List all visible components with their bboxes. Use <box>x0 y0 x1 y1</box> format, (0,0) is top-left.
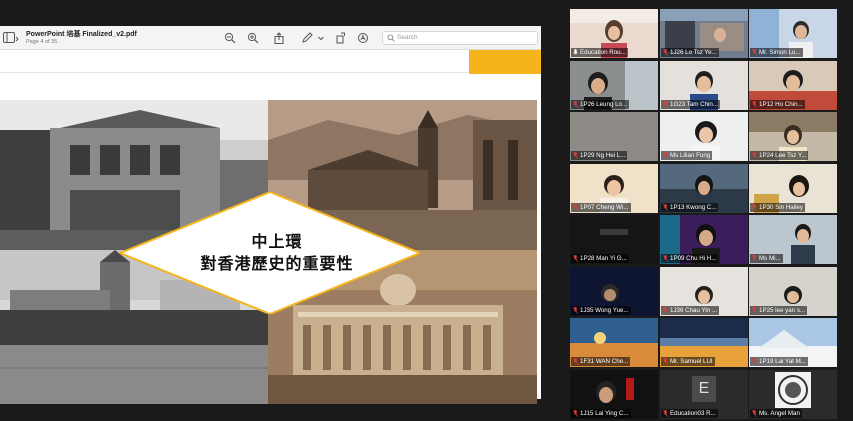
participant-tile[interactable]: 1P09 Chu Hi H... <box>660 215 748 264</box>
participant-tile[interactable]: Ms. Angel Man <box>749 370 837 419</box>
chevron-down-icon[interactable] <box>317 32 325 44</box>
muted-mic-icon <box>752 358 757 365</box>
participant-tile[interactable]: 1P30 Sin Hailey <box>749 164 837 213</box>
participant-name: 1P30 Sin Hailey <box>759 204 804 211</box>
muted-mic-icon <box>663 49 668 56</box>
muted-mic-icon <box>663 307 668 314</box>
markup-pen-icon[interactable] <box>301 32 313 44</box>
participant-tile[interactable]: 1G23 Tam Chin... <box>660 61 748 110</box>
muted-mic-icon <box>663 101 668 108</box>
participant-tile[interactable]: 1P29 Ng Hei L... <box>570 112 658 161</box>
slide: 中上環 對香港歷史的重要性 <box>0 100 537 404</box>
participant-name: Ms Lilian Fung <box>670 152 711 159</box>
zoom-window: PowerPoint 培基 Finalized_v2.pdf Page 4 of… <box>0 0 853 421</box>
slide-title-line2: 對香港歷史的重要性 <box>200 254 354 273</box>
participant-name: Education03 R... <box>670 410 716 417</box>
search-input[interactable]: Search <box>382 31 538 45</box>
participant-name: 1P24 Lee Tsz Y... <box>759 152 807 159</box>
participant-name: 1J26 Lo Tsz Ye... <box>670 49 717 56</box>
participant-name: Ms. Angel Man <box>759 410 800 417</box>
participant-name: Mr. Simon Lu... <box>759 49 801 56</box>
participant-tile[interactable]: Education Rou... <box>570 9 658 58</box>
slide-title: 中上環 對香港歷史的重要性 <box>172 226 382 280</box>
avatar: E <box>692 376 716 402</box>
mic-icon <box>573 49 578 55</box>
muted-mic-icon <box>573 152 578 159</box>
participant-tile[interactable]: 1P19 Lai Yat M... <box>749 318 837 367</box>
participant-tile[interactable]: Ms Lilian Fung <box>660 112 748 161</box>
document-title: PowerPoint 培基 Finalized_v2.pdf <box>26 31 137 38</box>
muted-mic-icon <box>663 152 668 159</box>
muted-mic-icon <box>752 410 757 417</box>
search-placeholder: Search <box>397 34 418 41</box>
participant-name: Mr. Samuel LUI <box>670 358 713 365</box>
participant-tile[interactable]: 1J35 Wong Yue... <box>570 267 658 316</box>
participant-name: 1P12 Ho Chin... <box>759 101 803 108</box>
annotate-icon[interactable] <box>357 32 369 44</box>
participant-name: 1P28 Man Yi G... <box>580 255 627 262</box>
muted-mic-icon <box>752 101 757 108</box>
muted-mic-icon <box>573 255 578 262</box>
participant-gallery: Education Rou... 1J26 Lo Tsz Ye... Mr. S… <box>569 6 849 419</box>
participant-tile[interactable]: 1P13 Kwong C... <box>660 164 748 213</box>
participant-name: 1P13 Kwong C... <box>670 204 717 211</box>
muted-mic-icon <box>752 204 757 211</box>
pdf-toolbar: PowerPoint 培基 Finalized_v2.pdf Page 4 of… <box>0 26 541 50</box>
participant-name: 1P26 Leung Lo... <box>580 101 628 108</box>
participant-tile[interactable]: 1P25 lee yan s... <box>749 267 837 316</box>
participant-name: 1P25 lee yan s... <box>759 307 806 314</box>
pdf-page-area[interactable]: 中上環 對香港歷史的重要性 <box>0 50 541 404</box>
muted-mic-icon <box>573 358 578 365</box>
participant-name: 1P07 Cheng Wi... <box>580 204 629 211</box>
participant-tile[interactable]: Mr. Samuel LUI <box>660 318 748 367</box>
participant-name: 1J36 Chau Yin ... <box>670 307 718 314</box>
muted-mic-icon <box>573 410 578 417</box>
zoom-out-icon[interactable] <box>224 32 236 44</box>
muted-mic-icon <box>752 49 757 56</box>
shared-screen: PowerPoint 培基 Finalized_v2.pdf Page 4 of… <box>0 26 541 404</box>
participant-name: 1P29 Ng Hei L... <box>580 152 626 159</box>
muted-mic-icon <box>573 101 578 108</box>
participant-name: 1G23 Tam Chin... <box>670 101 719 108</box>
participant-tile[interactable]: 1F31 WAN Che... <box>570 318 658 367</box>
sidebar-icon[interactable] <box>3 32 19 44</box>
participant-name: Education Rou... <box>580 49 626 56</box>
muted-mic-icon <box>663 358 668 365</box>
participant-tile[interactable]: Ms Mi... <box>749 215 837 264</box>
participant-tile[interactable]: 1J36 Chau Yin ... <box>660 267 748 316</box>
participant-tile[interactable]: 1J15 Lai Ying C... <box>570 370 658 419</box>
participant-tile[interactable]: 1P28 Man Yi G... <box>570 215 658 264</box>
participant-tile[interactable]: 1P07 Cheng Wi... <box>570 164 658 213</box>
muted-mic-icon <box>752 307 757 314</box>
muted-mic-icon <box>663 410 668 417</box>
participant-tile[interactable]: E Education03 R... <box>660 370 748 419</box>
participant-name: 1J35 Wong Yue... <box>580 307 629 314</box>
previous-page-edge <box>0 72 469 73</box>
search-icon <box>387 34 395 42</box>
rotate-icon[interactable] <box>335 32 347 44</box>
participant-tile[interactable]: 1J26 Lo Tsz Ye... <box>660 9 748 58</box>
participant-tile[interactable]: 1P24 Lee Tsz Y... <box>749 112 837 161</box>
muted-mic-icon <box>752 255 757 262</box>
participant-name: Ms Mi... <box>759 255 781 262</box>
slide-accent-bar <box>469 50 541 74</box>
participant-tile[interactable]: 1P12 Ho Chin... <box>749 61 837 110</box>
participant-name: 1P19 Lai Yat M... <box>759 358 806 365</box>
participant-name: 1P09 Chu Hi H... <box>670 255 717 262</box>
participant-tile[interactable]: 1P26 Leung Lo... <box>570 61 658 110</box>
muted-mic-icon <box>573 307 578 314</box>
participant-name: 1F31 WAN Che... <box>580 358 629 365</box>
muted-mic-icon <box>573 204 578 211</box>
zoom-in-icon[interactable] <box>247 32 259 44</box>
share-icon[interactable] <box>273 32 285 44</box>
muted-mic-icon <box>752 152 757 159</box>
slide-title-line1: 中上環 <box>251 232 303 251</box>
participant-name: 1J15 Lai Ying C... <box>580 410 629 417</box>
muted-mic-icon <box>663 204 668 211</box>
muted-mic-icon <box>663 255 668 262</box>
participant-tile[interactable]: Mr. Simon Lu... <box>749 9 837 58</box>
page-indicator: Page 4 of 35 <box>26 39 58 45</box>
